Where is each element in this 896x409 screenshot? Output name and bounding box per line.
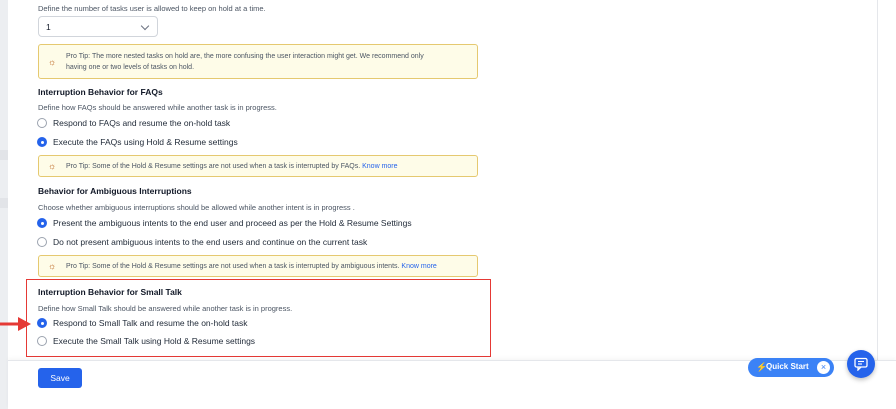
faqs-option-execute[interactable]: Execute the FAQs using Hold & Resume set…	[37, 136, 238, 148]
hold-limit-select[interactable]: 1	[38, 16, 158, 37]
save-button[interactable]: Save	[38, 368, 82, 388]
scrollbar-track[interactable]	[877, 0, 878, 360]
know-more-link[interactable]: Know more	[401, 263, 436, 270]
arrow-right-icon	[0, 317, 31, 331]
small-talk-option-execute[interactable]: Execute the Small Talk using Hold & Resu…	[37, 335, 255, 347]
faqs-tip: ☼ Pro Tip: Some of the Hold & Resume set…	[38, 155, 478, 177]
option-label: Do not present ambiguous intents to the …	[53, 237, 368, 247]
chat-button[interactable]	[847, 350, 875, 378]
left-rail-marker	[0, 150, 8, 160]
quick-start-label: Quick Start	[766, 362, 809, 371]
ambiguous-heading: Behavior for Ambiguous Interruptions	[38, 186, 192, 196]
faqs-heading: Interruption Behavior for FAQs	[38, 87, 163, 97]
faqs-option-respond[interactable]: Respond to FAQs and resume the on-hold t…	[37, 117, 230, 129]
hold-limit-description: Define the number of tasks user is allow…	[38, 4, 266, 13]
tip-text: Pro Tip: Some of the Hold & Resume setti…	[66, 161, 398, 172]
ambiguous-tip: ☼ Pro Tip: Some of the Hold & Resume set…	[38, 255, 478, 277]
ambiguous-description: Choose whether ambiguous interruptions s…	[38, 203, 355, 212]
tip-text-body: Pro Tip: Some of the Hold & Resume setti…	[66, 263, 400, 270]
radio-button[interactable]	[37, 237, 47, 247]
radio-button-selected[interactable]	[37, 218, 47, 228]
tip-text-line-1: Pro Tip: The more nested tasks on hold a…	[66, 53, 424, 60]
option-label: Respond to FAQs and resume the on-hold t…	[53, 118, 231, 128]
know-more-link[interactable]: Know more	[362, 163, 397, 170]
close-icon[interactable]: ×	[817, 361, 830, 374]
option-label: Execute the FAQs using Hold & Resume set…	[53, 137, 238, 147]
tip-text-body: Pro Tip: Some of the Hold & Resume setti…	[66, 163, 361, 170]
hold-limit-value: 1	[46, 22, 51, 32]
option-label: Respond to Small Talk and resume the on-…	[53, 318, 248, 328]
lightbulb-icon: ☼	[48, 261, 57, 271]
ambiguous-option-present[interactable]: Present the ambiguous intents to the end…	[37, 217, 412, 229]
hold-limit-tip: ☼ Pro Tip: The more nested tasks on hold…	[38, 44, 478, 79]
lightbulb-icon: ☼	[48, 57, 57, 67]
lightbulb-icon: ☼	[48, 161, 57, 171]
radio-button[interactable]	[37, 118, 47, 128]
tip-text-line-2: having one or two levels of tasks on hol…	[66, 64, 195, 71]
radio-button-selected[interactable]	[37, 137, 47, 147]
small-talk-description: Define how Small Talk should be answered…	[38, 304, 293, 313]
quick-start-button[interactable]: ⚡ Quick Start ×	[748, 358, 834, 377]
option-label: Execute the Small Talk using Hold & Resu…	[53, 336, 256, 346]
tip-text: Pro Tip: Some of the Hold & Resume setti…	[66, 261, 437, 272]
small-talk-option-respond[interactable]: Respond to Small Talk and resume the on-…	[37, 317, 248, 329]
left-rail-marker	[0, 198, 8, 208]
chevron-down-icon	[140, 21, 150, 31]
chat-icon	[854, 357, 868, 371]
small-talk-heading: Interruption Behavior for Small Talk	[38, 287, 182, 297]
radio-button-selected[interactable]	[37, 318, 47, 328]
ambiguous-option-do-not-present[interactable]: Do not present ambiguous intents to the …	[37, 236, 367, 248]
option-label: Present the ambiguous intents to the end…	[53, 218, 412, 228]
faqs-description: Define how FAQs should be answered while…	[38, 103, 277, 112]
radio-button[interactable]	[37, 336, 47, 346]
